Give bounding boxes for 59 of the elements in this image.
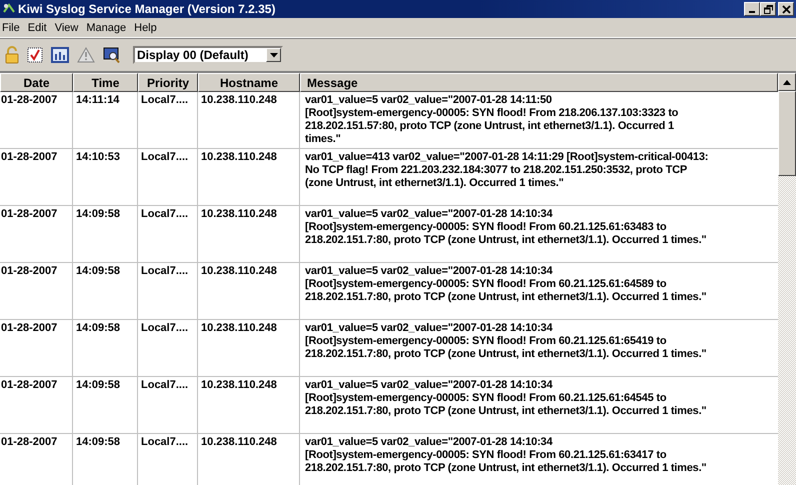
table-cell: Local7....	[141, 379, 188, 391]
menu-item[interactable]: File	[0, 22, 24, 34]
table-cell: 14:11:14	[76, 94, 120, 106]
table-cell: Local7....	[141, 265, 188, 277]
table-cell: 10.238.110.248	[201, 208, 277, 220]
minimize-button[interactable]	[744, 2, 760, 16]
dropdown-arrow-icon	[270, 52, 278, 58]
table-cell: Local7....	[141, 436, 188, 448]
up-arrow-icon	[783, 80, 791, 84]
table-cell: 10.238.110.248	[201, 265, 277, 277]
table-cell: var01_value=5 var02_value="2007-01-28 14:10:34 [Root]system-emergency-00005: SYN flood! From 60.21.125.61:63483 to 218.202.151.7:80, proto TCP (zone Untrust, int ethernet3/1.1). Occurred 1 times."	[305, 208, 706, 246]
table-cell: 10.238.110.248	[201, 379, 277, 391]
table-cell: 14:09:58	[76, 322, 120, 334]
table-cell: Local7....	[141, 151, 188, 163]
table-cell: 01-28-2007	[1, 436, 58, 448]
table-cell: var01_value=5 var02_value="2007-01-28 14:10:34 [Root]system-emergency-00005: SYN flood! From 60.21.125.61:63417 to 218.202.151.7:80, proto TCP (zone Untrust, int ethernet3/1.1). Occurred 1 times."	[305, 436, 706, 474]
scrollbar-thumb[interactable]	[778, 91, 796, 176]
table-cell: Local7....	[141, 322, 188, 334]
table-cell: 14:09:58	[76, 208, 120, 220]
chart-icon[interactable]	[49, 47, 71, 63]
column-header[interactable]: Date	[0, 73, 73, 92]
table-cell: var01_value=5 var02_value="2007-01-28 14:10:34 [Root]system-emergency-00005: SYN flood! From 60.21.125.61:65419 to 218.202.151.7:80, proto TCP (zone Untrust, int ethernet3/1.1). Occurred 1 times."	[305, 322, 706, 360]
table-cell: 14:09:58	[76, 265, 120, 277]
column-header[interactable]: Hostname	[198, 73, 300, 92]
table-cell: var01_value=5 var02_value="2007-01-28 14:11:50 [Root]system-emergency-00005: SYN flood! From 218.206.137.103:3323 to 218.202.151.57:80, proto TCP (zone Untrust, int ethernet3/1.1). Occurred 1 times."	[305, 94, 678, 145]
table-cell: var01_value=5 var02_value="2007-01-28 14:10:34 [Root]system-emergency-00005: SYN flood! From 60.21.125.61:64545 to 218.202.151.7:80, proto TCP (zone Untrust, int ethernet3/1.1). Occurred 1 times."	[305, 379, 706, 417]
window-title: Kiwi Syslog Service Manager (Version 7.2.35)	[18, 2, 276, 16]
restore-button[interactable]	[760, 2, 776, 16]
table-cell: 01-28-2007	[1, 94, 58, 106]
table-cell: 01-28-2007	[1, 379, 58, 391]
table-cell: 01-28-2007	[1, 208, 58, 220]
table-cell: Local7....	[141, 208, 188, 220]
menu-item[interactable]: Edit	[26, 22, 51, 34]
vertical-scrollbar[interactable]	[778, 73, 796, 485]
table-cell: 14:09:58	[76, 436, 120, 448]
display-dropdown[interactable]: Display 00 (Default)	[133, 46, 283, 64]
table-cell: var01_value=5 var02_value="2007-01-28 14:10:34 [Root]system-emergency-00005: SYN flood! From 60.21.125.61:64589 to 218.202.151.7:80, proto TCP (zone Untrust, int ethernet3/1.1). Occurred 1 times."	[305, 265, 706, 303]
table-cell: 10.238.110.248	[201, 151, 277, 163]
restore-icon	[764, 4, 772, 14]
column-header[interactable]: Priority	[138, 73, 198, 92]
menu-item[interactable]: Help	[132, 22, 161, 34]
scroll-up-button[interactable]	[778, 73, 796, 91]
table-cell: var01_value=413 var02_value="2007-01-28 14:11:29 [Root]system-critical-00413: No TCP flag! From 221.203.232.184:3077 to 218.202.151.250:3532, proto TCP (zone Untrust, int ethernet3/1.1). Occurred 1 times."	[305, 151, 708, 189]
table-cell: Local7....	[141, 94, 188, 106]
checkbox-icon[interactable]	[25, 47, 45, 63]
table-cell: 01-28-2007	[1, 322, 58, 334]
table-cell: 10.238.110.248	[201, 322, 277, 334]
column-header[interactable]: Time	[73, 73, 138, 92]
table-cell: 01-28-2007	[1, 265, 58, 277]
table-cell: 01-28-2007	[1, 151, 58, 163]
table-cell: 14:09:58	[76, 379, 120, 391]
menu-item[interactable]: View	[52, 22, 82, 34]
table-cell: 14:10:53	[76, 151, 120, 163]
close-button[interactable]	[778, 2, 794, 16]
menu-item[interactable]: Manage	[84, 22, 130, 34]
close-icon	[782, 4, 790, 14]
table-cell: 10.238.110.248	[201, 94, 277, 106]
table-cell: 10.238.110.248	[201, 436, 277, 448]
column-header[interactable]: Message	[300, 73, 778, 92]
